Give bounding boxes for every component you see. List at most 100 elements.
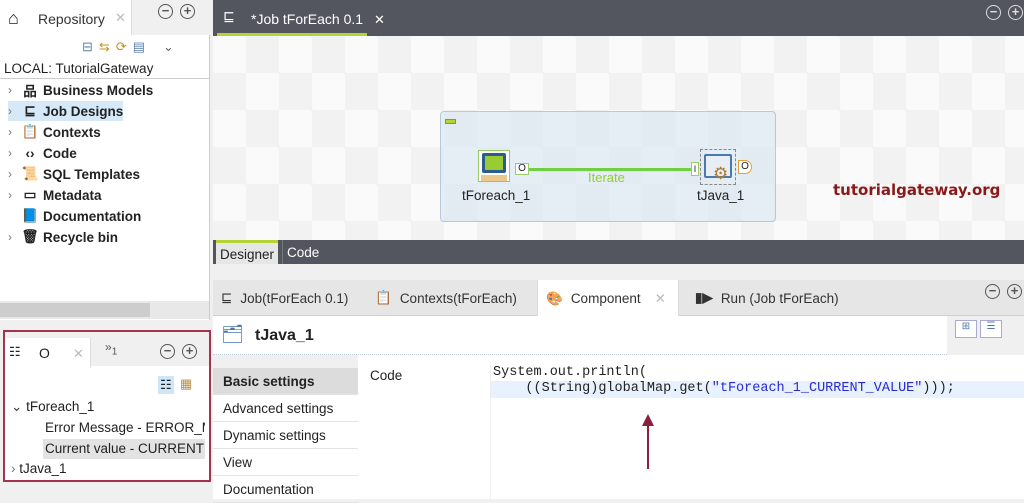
- tree-item[interactable]: › 📋 Contexts: [8, 122, 101, 142]
- outline-child[interactable]: Error Message - ERROR_M: [45, 420, 205, 435]
- trash-icon: 🗑: [21, 229, 39, 244]
- tforeach-component[interactable]: [478, 150, 510, 182]
- tree-item-label: Contexts: [43, 124, 101, 140]
- minimize-icon[interactable]: −: [158, 4, 173, 19]
- tab-label: O: [39, 345, 50, 361]
- code-label: Code: [370, 368, 403, 383]
- tree-item[interactable]: › ‹› Code: [8, 143, 77, 163]
- tab-job[interactable]: ⊑ *Job tForEach 0.1 ✕: [217, 0, 385, 36]
- maximize-icon[interactable]: +: [182, 344, 197, 359]
- repository-root: LOCAL: TutorialGateway: [4, 61, 154, 76]
- vtab-view[interactable]: View: [213, 449, 358, 476]
- tab-label: Component: [570, 291, 641, 306]
- component-label: tJava_1: [697, 188, 745, 203]
- close-icon[interactable]: ✕: [115, 10, 126, 26]
- collapse-icon[interactable]: ⊟: [82, 39, 93, 55]
- tjava-icon: 🗂: [221, 324, 244, 344]
- metadata-icon: ▭: [23, 187, 37, 202]
- maximize-icon[interactable]: +: [180, 4, 195, 19]
- job-icon: ⊑: [223, 8, 235, 24]
- chevron-right-icon[interactable]: ›: [8, 230, 20, 244]
- tab-designer[interactable]: Designer: [216, 240, 279, 264]
- code-settings: Code System.out.println( ((String)global…: [358, 355, 1024, 499]
- tab-contexts[interactable]: 📋 Contexts(tForEach): [375, 280, 517, 316]
- job-icon: ⊑: [221, 290, 233, 305]
- chevron-right-icon[interactable]: ›: [8, 146, 20, 160]
- close-icon[interactable]: ✕: [655, 291, 666, 307]
- component-title: tJava_1: [255, 327, 314, 344]
- tree-item[interactable]: › ⊑ Job Designs: [8, 101, 124, 121]
- outline-panel: ☷ O ✕ »1 − + ☷ ▦ ⌄ tForeach_1 Error Mess…: [3, 330, 211, 482]
- component-header: 🗂 tJava_1: [213, 316, 947, 355]
- table-view-icon[interactable]: ▦: [180, 376, 192, 392]
- chevron-right-icon[interactable]: ›: [8, 125, 20, 139]
- tab-outline[interactable]: ☷ O ✕: [5, 338, 91, 368]
- layout-grid-icon[interactable]: ⊞: [955, 320, 977, 338]
- tab-repository[interactable]: ⌂ Repository ✕: [0, 0, 132, 35]
- refresh-icon[interactable]: ⟳: [116, 39, 127, 55]
- tjava-component[interactable]: ⚙: [700, 149, 736, 185]
- chevron-down-icon: ⌄: [11, 399, 23, 414]
- collapse-handle[interactable]: [445, 119, 456, 124]
- tab-code[interactable]: Code: [282, 240, 323, 264]
- tree-item[interactable]: › 品 Business Models: [8, 80, 153, 100]
- horizontal-scrollbar[interactable]: [0, 301, 209, 319]
- minimize-icon[interactable]: −: [160, 344, 175, 359]
- tree-view-icon[interactable]: ☷: [158, 376, 174, 394]
- layout-rows-icon[interactable]: ☰: [980, 320, 1002, 338]
- node-label: tJava_1: [19, 461, 67, 476]
- tab-label: Run (Job tForEach): [720, 290, 839, 306]
- tree-item[interactable]: 📘 Documentation: [8, 206, 142, 226]
- link-icon[interactable]: ⇆: [99, 39, 110, 55]
- vtab-dynamic-settings[interactable]: Dynamic settings: [213, 422, 358, 449]
- vtab-advanced-settings[interactable]: Advanced settings: [213, 395, 358, 422]
- outline-node[interactable]: ⌄ tForeach_1: [11, 399, 94, 415]
- contexts-icon: 📋: [375, 290, 392, 305]
- tab-job-settings[interactable]: ⊑ Job(tForEach 0.1): [221, 280, 348, 316]
- chevron-right-icon[interactable]: ›: [8, 167, 20, 181]
- tree-item-label: Business Models: [43, 82, 154, 98]
- output-port[interactable]: O: [738, 160, 752, 174]
- tab-label: Job(tForEach 0.1): [240, 290, 349, 306]
- maximize-icon[interactable]: +: [1007, 284, 1022, 299]
- tree-item[interactable]: › 🗑 Recycle bin: [8, 227, 118, 247]
- view-icon[interactable]: ▤: [133, 39, 145, 55]
- annotation-arrow: [642, 414, 654, 469]
- input-port[interactable]: I: [691, 162, 699, 176]
- palette-icon: 🎨: [546, 290, 563, 306]
- close-icon[interactable]: ✕: [73, 346, 84, 362]
- code-string: "tForeach_1_CURRENT_VALUE": [711, 381, 923, 396]
- outline-child-selected[interactable]: Current value - CURRENT: [43, 439, 205, 459]
- tab-component[interactable]: 🎨 Component ✕: [537, 280, 679, 317]
- overflow-tabs[interactable]: »1: [105, 340, 117, 357]
- chevron-right-icon[interactable]: ›: [8, 83, 20, 97]
- close-icon[interactable]: ✕: [374, 12, 385, 28]
- outline-node[interactable]: › tJava_1: [11, 461, 67, 476]
- contexts-icon: 📋: [21, 124, 39, 139]
- chevron-right-icon[interactable]: ›: [8, 104, 20, 118]
- tree-item[interactable]: › ▭ Metadata: [8, 185, 102, 205]
- minimize-icon[interactable]: −: [986, 5, 1001, 20]
- link-label: Iterate: [588, 170, 625, 185]
- scrollbar-thumb[interactable]: [0, 303, 150, 317]
- home-icon: ⌂: [8, 8, 19, 28]
- output-port[interactable]: O: [515, 163, 529, 175]
- bottom-tabbar: ⊑ Job(tForEach 0.1) 📋 Contexts(tForEach) 🎨…: [213, 280, 1024, 317]
- tree-item-label: Documentation: [43, 208, 142, 224]
- code-text: ((String)globalMap.get(: [493, 381, 712, 396]
- code-editor[interactable]: System.out.println( ((String)globalMap.g…: [490, 365, 1024, 499]
- vtab-basic-settings[interactable]: Basic settings: [213, 368, 358, 395]
- tree-item-label: Recycle bin: [43, 229, 119, 245]
- maximize-icon[interactable]: +: [1008, 5, 1023, 20]
- component-label: tForeach_1: [462, 188, 531, 203]
- tree-item[interactable]: › 📜 SQL Templates: [8, 164, 140, 184]
- chevron-right-icon[interactable]: ›: [8, 188, 20, 202]
- job-icon: ⊑: [24, 103, 36, 118]
- editor-tabbar: ⊑ *Job tForEach 0.1 ✕ − +: [213, 0, 1024, 36]
- tab-run[interactable]: ▮▶ Run (Job tForEach): [695, 280, 839, 316]
- minimize-icon[interactable]: −: [985, 284, 1000, 299]
- designer-canvas[interactable]: O Iterate I ⚙ O tForeach_1 tJava_1 tutor…: [213, 36, 1024, 240]
- node-label: tForeach_1: [26, 399, 95, 414]
- menu-icon[interactable]: ⌄: [163, 39, 174, 55]
- tree-item-label: Metadata: [43, 187, 102, 203]
